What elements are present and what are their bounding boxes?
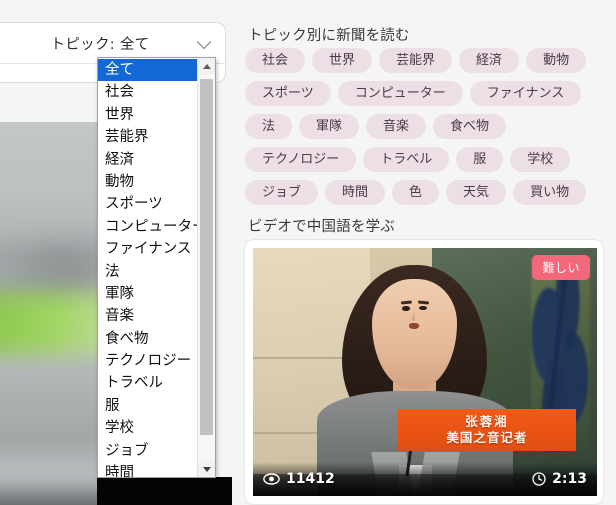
clock-icon	[532, 472, 546, 486]
topic-tag[interactable]: トラベル	[363, 147, 450, 172]
topic-tag[interactable]: スポーツ	[245, 81, 331, 106]
dropdown-option[interactable]: 社会	[98, 81, 198, 103]
chevron-down-icon	[196, 34, 212, 50]
topic-tag[interactable]: テクノロジー	[245, 147, 357, 172]
topic-tag[interactable]: 社会	[245, 48, 306, 73]
dropdown-option[interactable]: 芸能界	[98, 126, 198, 148]
dropdown-option[interactable]: 世界	[98, 104, 198, 126]
video-card[interactable]: 张蓉湘 美国之音记者 難しい 11412 2:13	[244, 239, 604, 505]
dropdown-option[interactable]: 法	[98, 261, 198, 283]
dropdown-option[interactable]: コンピューター	[98, 216, 207, 238]
difficulty-badge: 難しい	[532, 255, 590, 280]
topic-tag[interactable]: 芸能界	[379, 48, 453, 73]
topic-tag[interactable]: 色	[392, 180, 440, 205]
topic-tag[interactable]: 世界	[312, 48, 373, 73]
scene-person	[308, 258, 521, 496]
app-root: トピック: 全て 全て 社会 世界 芸能界 経済 動物 スポーツ コンピューター ファイナンス法…	[0, 0, 616, 505]
black-overlay-strip	[97, 477, 232, 505]
dropdown-option[interactable]: 音楽	[98, 305, 198, 327]
topic-tag[interactable]: 経済	[459, 48, 520, 73]
dropdown-option[interactable]: トラベル	[98, 372, 198, 394]
video-duration: 2:13	[532, 471, 587, 487]
duration-value: 2:13	[552, 471, 587, 487]
video-thumbnail[interactable]: 张蓉湘 美国之音记者 難しい 11412 2:13	[253, 248, 597, 496]
dropdown-option[interactable]: 食べ物	[98, 328, 198, 350]
dropdown-option[interactable]: 動物	[98, 171, 198, 193]
dropdown-option[interactable]: 時間	[98, 462, 198, 477]
scroll-up-button[interactable]	[198, 58, 215, 75]
topic-tag-list: 社会 世界 芸能界 経済 動物スポーツ コンピューター ファイナンス法軍隊 音楽 食べ物テクノロ…	[245, 48, 611, 205]
dropdown-option[interactable]: 服	[98, 395, 198, 417]
right-panel: トピック別に新聞を読む 社会 世界 芸能界 経済 動物スポーツ コンピューター ファイナンス…	[240, 0, 616, 505]
caption-name: 张蓉湘	[465, 414, 509, 430]
dropdown-option[interactable]: ジョブ	[98, 440, 198, 462]
topic-tag[interactable]: 服	[456, 147, 504, 172]
dropdown-option[interactable]: 軍隊	[98, 283, 198, 305]
topic-tag[interactable]: 時間	[325, 180, 386, 205]
dropdown-option[interactable]: 学校	[98, 417, 198, 439]
topic-tag[interactable]: コンピューター	[337, 81, 463, 106]
topic-tag[interactable]: 食べ物	[433, 114, 507, 139]
scrollbar-thumb[interactable]	[200, 79, 213, 435]
caption-role: 美国之音记者	[446, 429, 528, 445]
dropdown-option[interactable]: 経済	[98, 149, 198, 171]
dropdown-option[interactable]: 全て	[98, 59, 198, 82]
dropdown-scrollbar[interactable]	[197, 58, 215, 477]
topic-tag[interactable]: ファイナンス	[469, 81, 582, 106]
dropdown-option[interactable]: ファイナンス	[98, 238, 198, 260]
triangle-down-icon	[202, 466, 211, 472]
topic-tag[interactable]: 天気	[446, 180, 507, 205]
view-count-value: 11412	[286, 471, 335, 487]
scroll-down-button[interactable]	[198, 460, 215, 477]
topic-tag[interactable]: 法	[245, 114, 293, 139]
eye-icon	[263, 473, 280, 485]
thumbnail-scene: 张蓉湘 美国之音记者	[253, 248, 597, 496]
topic-tag[interactable]: 音楽	[366, 114, 427, 139]
triangle-up-icon	[202, 63, 211, 69]
topic-dropdown-listbox[interactable]: 全て 社会 世界 芸能界 経済 動物 スポーツ コンピューター ファイナンス法軍隊 音楽 食べ物 テク…	[97, 57, 216, 478]
video-section-title: ビデオで中国語を学ぶ	[248, 219, 395, 235]
dropdown-options-list[interactable]: 全て 社会 世界 芸能界 経済 動物 スポーツ コンピューター ファイナンス法軍隊 音楽 食べ物 テク…	[98, 58, 207, 477]
view-count: 11412	[263, 471, 335, 487]
video-lower-third-caption: 张蓉湘 美国之音记者	[397, 409, 577, 452]
topic-tag[interactable]: 学校	[510, 147, 571, 172]
topic-tag[interactable]: 動物	[526, 48, 587, 73]
dropdown-option[interactable]: スポーツ	[98, 193, 198, 215]
topic-tag[interactable]: ジョブ	[245, 180, 319, 205]
topic-tag[interactable]: 買い物	[513, 180, 587, 205]
topic-select-label: トピック: 全て	[50, 36, 150, 53]
dropdown-option[interactable]: テクノロジー	[98, 350, 198, 372]
topic-tag[interactable]: 軍隊	[299, 114, 360, 139]
news-section-title: トピック別に新聞を読む	[248, 28, 410, 44]
thumbnail-footer: 11412 2:13	[253, 462, 597, 496]
